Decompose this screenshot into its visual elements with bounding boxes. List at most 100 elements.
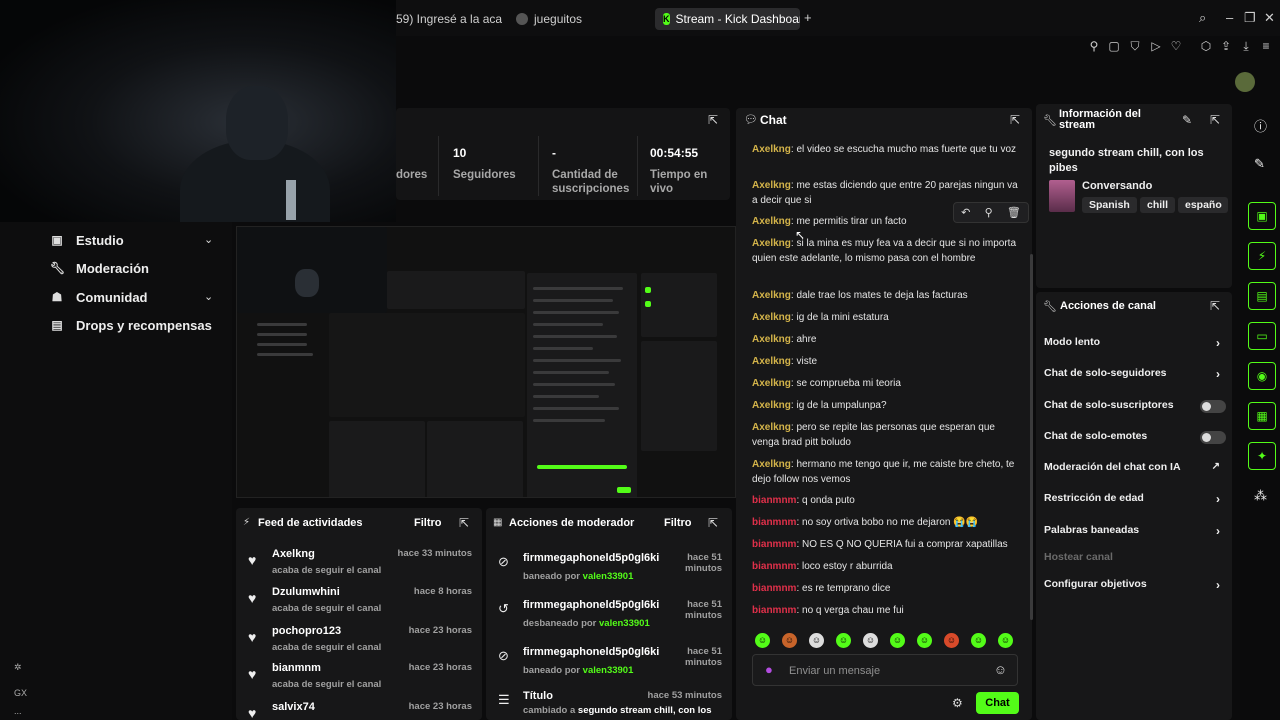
wrench-icon[interactable]: ✦	[1248, 442, 1276, 470]
share-icon[interactable]: ⇪	[1218, 39, 1234, 53]
chat-input-box[interactable]: ● ☺	[752, 654, 1018, 686]
emote-button[interactable]: ☺	[971, 633, 986, 648]
snapshot-icon[interactable]: ▢	[1106, 39, 1122, 53]
chat-message: bianmnm: no soy ortiva bobo no me dejaro…	[752, 517, 979, 528]
avatar[interactable]	[1235, 72, 1255, 92]
emote-button[interactable]: ☺	[863, 633, 878, 648]
sidebar-item-drops[interactable]: ▤ Drops y recompensas	[50, 316, 212, 334]
emote-button[interactable]: ☺	[917, 633, 932, 648]
sidebar-item-estudio[interactable]: ▣ Estudio	[50, 231, 123, 249]
sidebar-item-comunidad[interactable]: ☗ Comunidad	[50, 288, 148, 306]
play-icon[interactable]: ▷	[1148, 39, 1164, 53]
delete-icon[interactable]: 🗑︎	[1007, 206, 1021, 219]
preview-line	[533, 407, 619, 410]
browser-tab-jueguitos[interactable]: jueguitos	[508, 8, 648, 30]
search-icon[interactable]: ⌕	[1199, 10, 1206, 26]
broadcast-icon[interactable]: ◉	[1248, 362, 1276, 390]
close-icon[interactable]: ✕	[1264, 10, 1275, 26]
chat-message: Axelkng: hermano me tengo que ir, me cai…	[752, 459, 1015, 485]
popout-icon[interactable]: ⇱	[1210, 299, 1220, 313]
emote-button[interactable]: ☺	[809, 633, 824, 648]
edit-icon[interactable]: ✎	[1254, 156, 1265, 172]
sidebar-item-moderacion[interactable]: 🔧︎ Moderación	[50, 259, 149, 277]
emote-button[interactable]: ☺	[890, 633, 905, 648]
minimize-icon[interactable]: –	[1226, 10, 1233, 25]
stat-label: Seguidores	[453, 169, 516, 181]
tab-label: jueguitos	[534, 12, 583, 26]
send-chat-button[interactable]: Chat	[976, 692, 1019, 714]
chat-message: Axelkng: se comprueba mi teoria	[752, 378, 901, 389]
download-icon[interactable]: ⤓	[1238, 39, 1254, 54]
browser-tab-kick-dashboard[interactable]: K Stream - Kick Dashboard	[655, 8, 800, 30]
chat-scrollbar[interactable]	[1030, 254, 1033, 620]
preview-emotes	[537, 465, 627, 469]
new-tab-button[interactable]: +	[804, 10, 812, 25]
browser-tab-academy[interactable]: 59) Ingresé a la academ	[388, 8, 502, 30]
community-icon: ☗	[51, 290, 63, 304]
chevron-down-icon[interactable]: ⌄	[204, 233, 213, 246]
preview-line	[257, 323, 307, 326]
gear-icon[interactable]: ⚙	[952, 696, 963, 710]
filter-button[interactable]: Filtro	[664, 517, 692, 529]
emotes-only-toggle[interactable]	[1200, 431, 1226, 444]
lightning-icon[interactable]: ⚡︎	[1248, 242, 1276, 270]
chevron-down-icon[interactable]: ⌄	[204, 290, 213, 303]
document-icon[interactable]: ▤	[1248, 282, 1276, 310]
stream-preview[interactable]	[236, 226, 736, 498]
pin-icon[interactable]: ⚲	[1086, 39, 1102, 53]
mod-panel-icon[interactable]: ▦	[1248, 402, 1276, 430]
popout-icon[interactable]: ⇱	[459, 516, 469, 530]
info-icon[interactable]: ⓘ	[1254, 116, 1267, 135]
emote-button[interactable]: ☺	[998, 633, 1013, 648]
chat-message: Axelkng: el video se escucha mucho mas f…	[752, 144, 1017, 155]
sidebar-footer-more[interactable]: ...	[14, 706, 22, 716]
action-banned-words[interactable]: Palabras baneadas ›	[1044, 524, 1226, 542]
preview-line	[533, 335, 617, 338]
emoji-icon[interactable]: ☺	[994, 662, 1007, 677]
preview-line	[533, 383, 615, 386]
preview-line	[533, 287, 623, 290]
restore-icon[interactable]: ❐	[1244, 10, 1256, 26]
chat-icon[interactable]: ▭	[1248, 322, 1276, 350]
feed-item: ♥ pochopro123 acaba de seguir el canal hace…	[248, 625, 472, 653]
action-followers-only[interactable]: Chat de solo-seguidores ›	[1044, 367, 1226, 385]
more-icon[interactable]: ⁂	[1254, 488, 1267, 504]
action-configure-goals[interactable]: Configurar objetivos ›	[1044, 578, 1226, 596]
settings-icon[interactable]: ✲	[14, 662, 22, 673]
extensions-icon[interactable]: ⬡	[1198, 39, 1214, 53]
action-slow-mode[interactable]: Modo lento ›	[1044, 336, 1226, 354]
preview-line	[257, 353, 313, 356]
action-age-restriction[interactable]: Restricción de edad ›	[1044, 492, 1226, 510]
mod-actions-title: Acciones de moderador	[509, 517, 635, 529]
pin-icon[interactable]: ⚲	[985, 206, 993, 219]
feed-item: ♥ Axelkng acaba de seguir el canal hace 33 …	[248, 548, 472, 576]
chat-message: Axelkng: viste	[752, 356, 818, 367]
divider	[538, 136, 539, 196]
preview-line	[533, 371, 609, 374]
menu-icon[interactable]: ≡	[1258, 39, 1274, 53]
microphone-icon[interactable]: ●	[765, 662, 773, 677]
popout-icon[interactable]: ⇱	[1010, 113, 1020, 127]
action-ai-moderation[interactable]: Moderación del chat con IA ↗	[1044, 461, 1226, 479]
webcam-overlay	[0, 0, 396, 222]
emote-button[interactable]: ☺	[755, 633, 770, 648]
filter-button[interactable]: Filtro	[414, 517, 442, 529]
chat-message-input[interactable]	[789, 662, 989, 680]
emote-button[interactable]: ☺	[782, 633, 797, 648]
emote-button[interactable]: ☺	[944, 633, 959, 648]
preview-line	[533, 359, 621, 362]
preview-line	[533, 419, 605, 422]
edit-icon[interactable]: ✎	[1182, 113, 1192, 127]
stream-title: segundo stream chill, con los pibes	[1049, 147, 1204, 174]
shield-icon[interactable]: ⛉	[1127, 39, 1143, 54]
stream-preview-icon[interactable]: ▣	[1248, 202, 1276, 230]
popout-icon[interactable]: ⇱	[1210, 113, 1220, 127]
heart-icon[interactable]: ♡	[1168, 39, 1184, 53]
reply-icon[interactable]: ↶	[961, 206, 970, 219]
chat-message: bianmnm: loco estoy r aburrida	[752, 561, 893, 572]
popout-icon[interactable]: ⇱	[708, 516, 718, 530]
popout-icon[interactable]: ⇱	[708, 113, 718, 127]
webcam-light	[286, 180, 296, 220]
emote-button[interactable]: ☺	[836, 633, 851, 648]
subscribers-only-toggle[interactable]	[1200, 400, 1226, 413]
